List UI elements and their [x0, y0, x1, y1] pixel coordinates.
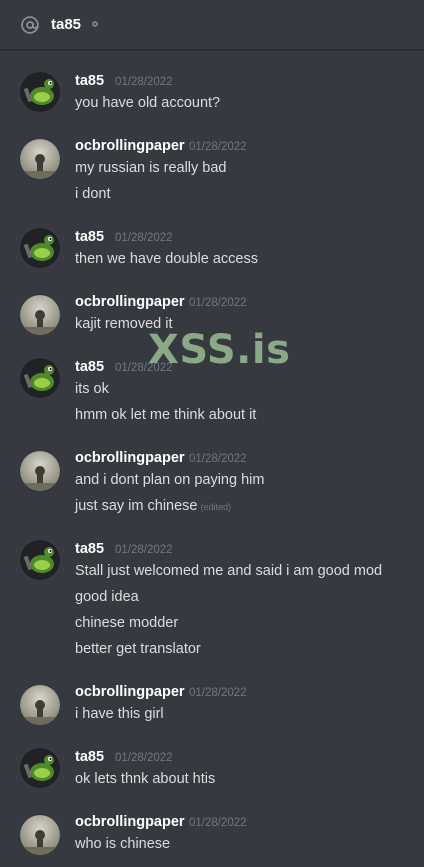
message-text: Stall just welcomed me and said i am goo…: [75, 563, 383, 579]
message-text: chinese modder: [75, 615, 179, 631]
status-offline-icon: [92, 21, 98, 27]
message-text: you have old account?: [75, 95, 221, 111]
author-name[interactable]: ocbrollingpaper: [75, 814, 185, 830]
message-text: better get translator: [75, 641, 201, 657]
author-name[interactable]: ocbrollingpaper: [75, 294, 185, 310]
message-text: its ok: [75, 381, 109, 397]
message-text: then we have double access: [75, 251, 258, 267]
timestamp: 01/28/2022: [115, 752, 173, 764]
timestamp: 01/28/2022: [189, 817, 247, 829]
photo-avatar[interactable]: [20, 295, 60, 335]
message-text: just say im chinese (edited): [75, 498, 231, 514]
photo-avatar[interactable]: [20, 139, 60, 179]
message-text: ok lets thnk about htis: [75, 771, 216, 787]
channel-name[interactable]: ta85: [51, 16, 81, 33]
timestamp: 01/28/2022: [115, 232, 173, 244]
message-text: i dont: [75, 186, 111, 202]
author-name[interactable]: ta85: [75, 229, 104, 245]
author-name[interactable]: ta85: [75, 541, 104, 557]
channel-header: ta85: [0, 0, 424, 50]
author-name[interactable]: ta85: [75, 73, 104, 89]
photo-avatar[interactable]: [20, 815, 60, 855]
timestamp: 01/28/2022: [189, 687, 247, 699]
frog-avatar[interactable]: [20, 72, 60, 112]
timestamp: 01/28/2022: [189, 141, 247, 153]
author-name[interactable]: ocbrollingpaper: [75, 450, 185, 466]
timestamp: 01/28/2022: [115, 76, 173, 88]
edited-label: (edited): [200, 502, 232, 512]
author-name[interactable]: ta85: [75, 749, 104, 765]
message-text: who is chinese: [75, 836, 171, 852]
frog-avatar[interactable]: [20, 540, 60, 580]
frog-avatar[interactable]: [20, 358, 60, 398]
message-text: my russian is really bad: [75, 160, 227, 176]
photo-avatar[interactable]: [20, 451, 60, 491]
author-name[interactable]: ocbrollingpaper: [75, 684, 185, 700]
timestamp: 01/28/2022: [189, 453, 247, 465]
message-text: and i dont plan on paying him: [75, 472, 265, 488]
timestamp: 01/28/2022: [189, 297, 247, 309]
watermark: XSS.is: [148, 327, 291, 373]
frog-avatar[interactable]: [20, 748, 60, 788]
message-text: i have this girl: [75, 706, 164, 722]
frog-avatar[interactable]: [20, 228, 60, 268]
photo-avatar[interactable]: [20, 685, 60, 725]
at-icon: [21, 16, 39, 34]
timestamp: 01/28/2022: [115, 544, 173, 556]
author-name[interactable]: ta85: [75, 359, 104, 375]
message-text-content: just say im chinese: [75, 498, 198, 514]
author-name[interactable]: ocbrollingpaper: [75, 138, 185, 154]
message-text: good idea: [75, 589, 139, 605]
message-text: hmm ok let me think about it: [75, 407, 257, 423]
